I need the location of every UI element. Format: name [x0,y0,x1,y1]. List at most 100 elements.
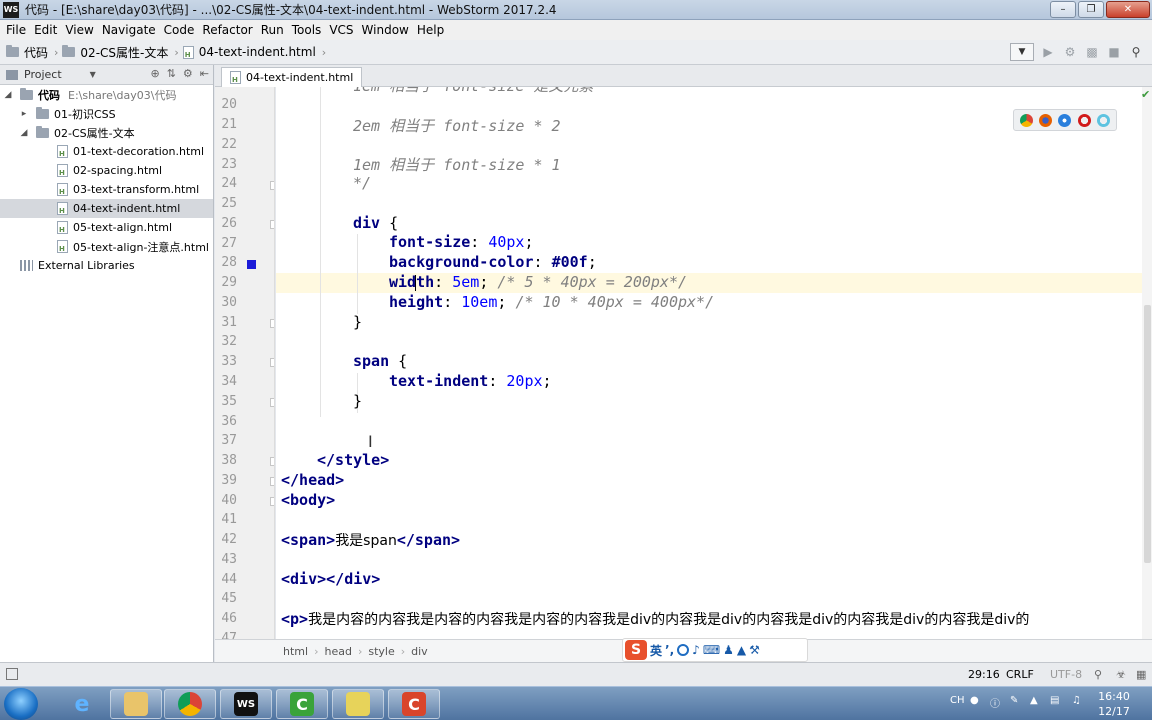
coverage-icon[interactable]: ▩ [1084,44,1100,60]
tray-language[interactable]: CH [950,695,965,706]
nav-crumb-folder[interactable]: 02-CS属性-文本 [62,44,168,61]
taskbar-chrome[interactable] [164,689,216,719]
caret-position[interactable]: 29:16 [968,668,1000,681]
nav-crumb-file[interactable]: 04-text-indent.html [182,45,316,59]
expand-arrow-icon[interactable]: ◢ [18,128,30,138]
tray-arrow-icon[interactable]: ▲ [1030,695,1038,706]
nav-crumb-root[interactable]: 代码 [6,44,48,61]
tray-network-icon[interactable]: ▤ [1050,695,1059,706]
menu-help[interactable]: Help [413,23,448,37]
taskbar-camtasia[interactable]: C [276,689,328,719]
maximize-button[interactable]: ❐ [1078,1,1104,18]
fold-marker-icon[interactable] [270,319,274,328]
code-line: height: 10em; /* 10 * 40px = 400px*/ [389,293,715,311]
menu-refactor[interactable]: Refactor [198,23,256,37]
tray-help-icon[interactable]: ⓘ [990,695,1000,710]
readonly-lock-icon[interactable]: ⚲ [1094,668,1102,681]
tool-windows-icon[interactable] [6,668,18,680]
taskbar-ie[interactable]: e [56,689,108,719]
start-button[interactable] [4,688,38,720]
chrome-icon[interactable] [1020,113,1034,127]
hide-panel-icon[interactable]: ⇤ [200,67,209,80]
run-icon[interactable]: ▶ [1040,44,1056,60]
minimize-button[interactable]: – [1050,1,1076,18]
fold-marker-icon[interactable] [270,398,274,407]
ime-mode-toggle[interactable]: 英 [650,642,662,659]
taskbar-notepad[interactable] [332,689,384,719]
debug-icon[interactable]: ⚙ [1062,44,1078,60]
tree-root[interactable]: ◢ 代码 E:\share\day03\代码 [0,85,213,104]
tray-volume-icon[interactable]: ♫ [1072,695,1081,706]
taskbar-clock[interactable]: 16:40 12/17 [1096,689,1132,719]
ie-browser-icon[interactable] [1096,113,1110,127]
fold-marker-icon[interactable] [270,457,274,466]
collapse-icon[interactable]: ⇅ [167,67,176,80]
scrollbar-thumb[interactable] [1144,305,1151,563]
breadcrumb-head[interactable]: head [324,645,351,658]
tree-file[interactable]: 05-text-align-注意点.html [0,237,213,256]
breadcrumb-html[interactable]: html [283,645,308,658]
search-icon[interactable]: ⚲ [1128,44,1144,60]
fold-marker-icon[interactable] [270,181,274,190]
tree-folder[interactable]: ◢ 02-CS属性-文本 [0,123,213,142]
breadcrumb-style[interactable]: style [368,645,394,658]
tray-sogou-icon[interactable]: ● [970,695,979,706]
menu-run[interactable]: Run [257,23,288,37]
menu-vcs[interactable]: VCS [325,23,357,37]
taskbar-recorder[interactable]: C [388,689,440,719]
menu-edit[interactable]: Edit [30,23,61,37]
close-button[interactable]: ✕ [1106,1,1150,18]
inspector-icon[interactable]: ☣ [1116,668,1126,681]
fold-marker-icon[interactable] [270,358,274,367]
tree-folder[interactable]: ▸ 01-初识CSS [0,104,213,123]
fold-marker-icon[interactable] [270,220,274,229]
tree-file[interactable]: 05-text-align.html [0,218,213,237]
menu-tools[interactable]: Tools [288,23,326,37]
code-editor[interactable]: 1em 相当于 font-size 是父元素 2em 相当于 font-size… [276,87,1142,639]
expand-arrow-icon[interactable]: ▸ [18,109,30,119]
fold-marker-icon[interactable] [270,477,274,486]
stop-icon[interactable]: ■ [1106,44,1122,60]
run-config-dropdown[interactable]: ▼ [1010,43,1034,61]
wrench-icon[interactable]: ⚒ [749,643,760,657]
project-view-selector[interactable]: Project [24,68,62,81]
tree-file[interactable]: 03-text-transform.html [0,180,213,199]
chevron-down-icon[interactable]: ▼ [90,70,96,79]
editor-scrollbar[interactable] [1142,87,1152,639]
event-log-icon[interactable]: ▦ [1136,668,1146,681]
tree-file-selected[interactable]: 04-text-indent.html [0,199,213,218]
taskbar-explorer[interactable] [110,689,162,719]
microphone-icon[interactable]: ♪ [692,643,700,657]
skin-icon[interactable]: ▲ [737,643,746,657]
line-separator[interactable]: CRLF [1006,668,1034,681]
menu-navigate[interactable]: Navigate [98,23,160,37]
ime-toolbar: S 英 ’, ♪ ⌨ ♟ ▲ ⚒ [622,638,808,662]
line-number: 34 [221,374,237,389]
menu-view[interactable]: View [61,23,97,37]
menu-file[interactable]: File [2,23,30,37]
menu-code[interactable]: Code [160,23,199,37]
breadcrumb-div[interactable]: div [411,645,428,658]
keyboard-icon[interactable]: ⌨ [703,643,720,657]
tree-external-libraries[interactable]: External Libraries [0,256,213,275]
tray-pen-icon[interactable]: ✎ [1010,695,1018,706]
taskbar-webstorm[interactable]: WS [220,689,272,719]
emoji-icon[interactable] [677,644,690,656]
tree-file[interactable]: 02-spacing.html [0,161,213,180]
fold-marker-icon[interactable] [270,497,274,506]
editor-tab-active[interactable]: 04-text-indent.html [221,67,363,87]
locate-icon[interactable]: ⊕ [150,67,159,80]
opera-icon[interactable] [1077,113,1091,127]
safari-icon[interactable] [1058,113,1072,127]
sogou-logo-icon[interactable]: S [625,640,647,660]
expand-arrow-icon[interactable]: ◢ [2,90,14,100]
user-icon[interactable]: ♟ [723,643,734,657]
tree-file[interactable]: 01-text-decoration.html [0,142,213,161]
punctuation-icon[interactable]: ’, [665,643,674,657]
menu-window[interactable]: Window [358,23,413,37]
file-encoding[interactable]: UTF-8 [1050,668,1082,681]
color-swatch-icon[interactable] [247,260,256,269]
gear-icon[interactable]: ⚙ [183,67,193,80]
firefox-icon[interactable] [1039,113,1053,127]
tree-file-label: 05-text-align.html [73,221,173,234]
